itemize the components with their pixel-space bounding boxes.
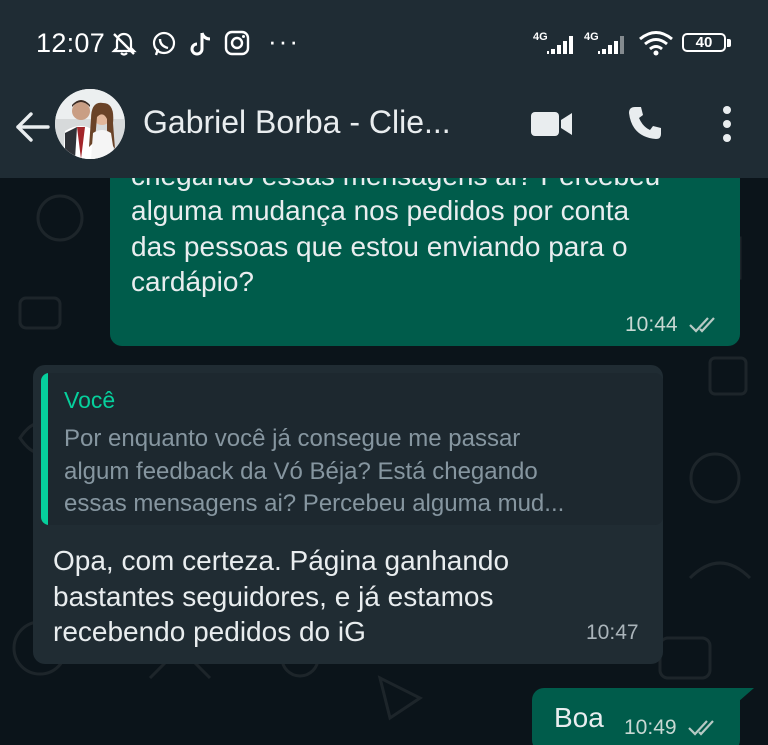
- message-meta: 10:44: [625, 313, 721, 337]
- message-text: Opa, com certeza. Página ganhando bastan…: [53, 545, 510, 647]
- contact-name[interactable]: Gabriel Borba - Clie...: [143, 104, 451, 141]
- message-meta: 10:49: [624, 716, 720, 740]
- message-text: chegando essas mensagens ai? Percebeu al…: [131, 178, 660, 297]
- signal-icon-sim1: 4G: [533, 31, 573, 54]
- message-bubble-outgoing[interactable]: chegando essas mensagens ai? Percebeu al…: [110, 178, 740, 346]
- quote-accent-bar: [41, 373, 48, 525]
- more-notifications-icon: ···: [268, 26, 300, 56]
- battery-level: 40: [695, 34, 713, 51]
- quoted-text: Por enquanto você já consegue me passar …: [64, 425, 565, 517]
- whatsapp-icon: [152, 31, 176, 56]
- chat-area[interactable]: chegando essas mensagens ai? Percebeu al…: [0, 178, 768, 745]
- message-time: 10:47: [586, 621, 639, 644]
- instagram-icon: [224, 30, 250, 56]
- quoted-message[interactable]: Você Por enquanto você já consegue me pa…: [41, 373, 663, 525]
- top-bar: 12:07 ··· 4G 4G 40 Gabriel Borba - Clie.…: [0, 0, 768, 178]
- voice-call-icon[interactable]: [626, 104, 664, 142]
- bubble-tail: [738, 688, 754, 702]
- message-time: 10:49: [624, 716, 677, 739]
- tiktok-icon: [190, 32, 211, 56]
- message-time: 10:44: [625, 313, 678, 336]
- read-receipt-icon: [688, 720, 715, 737]
- message-bubble-incoming[interactable]: Você Por enquanto você já consegue me pa…: [33, 365, 663, 664]
- more-options-icon[interactable]: [720, 104, 734, 144]
- contact-avatar[interactable]: [55, 89, 125, 159]
- avatar-photo: [55, 89, 125, 159]
- wifi-icon: [639, 31, 673, 56]
- status-time: 12:07: [36, 28, 106, 58]
- muted-bell-icon: [111, 32, 137, 56]
- chat-header: Gabriel Borba - Clie...: [0, 86, 768, 178]
- svg-text:4G: 4G: [533, 31, 548, 43]
- signal-icon-sim2: 4G: [584, 31, 624, 54]
- back-arrow-icon[interactable]: [14, 108, 52, 146]
- quoted-author: Você: [64, 387, 116, 413]
- read-receipt-icon: [689, 317, 716, 334]
- message-text: Boa: [554, 702, 604, 733]
- status-bar: 12:07 ··· 4G 4G 40: [0, 0, 768, 86]
- video-call-icon[interactable]: [531, 110, 573, 138]
- svg-text:4G: 4G: [584, 31, 599, 43]
- message-bubble-outgoing[interactable]: Boa 10:49: [532, 688, 740, 745]
- battery-icon: 40: [682, 33, 731, 52]
